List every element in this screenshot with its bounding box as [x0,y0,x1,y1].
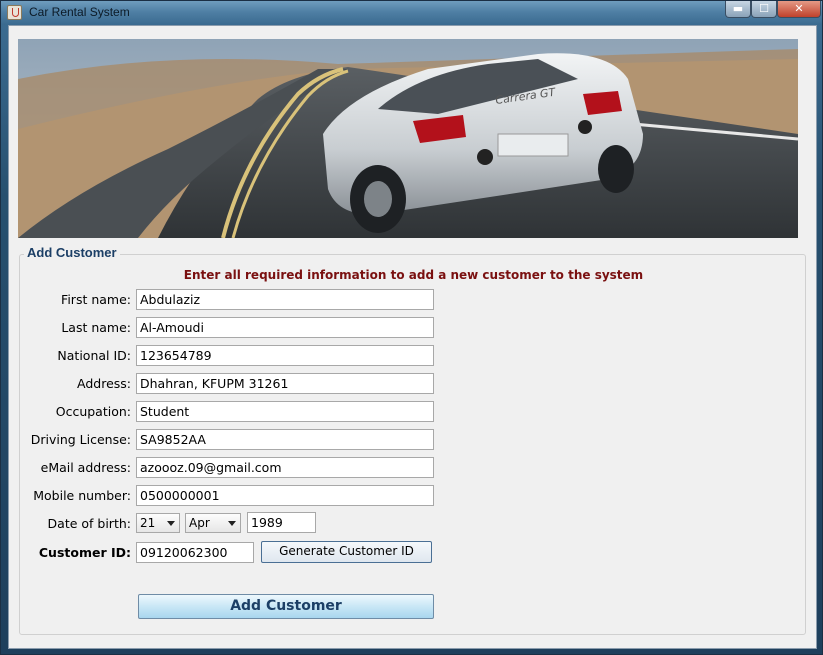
first-name-label: First name: [61,292,131,307]
dob-day-select[interactable]: 21 [136,513,180,533]
java-app-icon [7,5,22,20]
generate-customer-id-button[interactable]: Generate Customer ID [261,541,432,563]
occupation-field[interactable]: Student [136,401,434,422]
driving-license-label: Driving License: [30,432,131,447]
occupation-label: Occupation: [55,404,131,419]
window-title: Car Rental System [29,5,130,19]
dob-month-select[interactable]: Apr [185,513,241,533]
title-bar[interactable]: Car Rental System ▬ ☐ ✕ [1,1,822,25]
last-name-label: Last name: [61,320,131,335]
mobile-label: Mobile number: [33,488,131,503]
add-customer-button[interactable]: Add Customer [138,594,434,619]
dob-day-value: 21 [140,516,156,530]
dob-label: Date of birth: [47,516,131,531]
instruction-text: Enter all required information to add a … [183,268,644,282]
address-field[interactable]: Dhahran, KFUPM 31261 [136,373,434,394]
customer-id-label: Customer ID: [38,545,131,560]
driving-license-field[interactable]: SA9852AA [136,429,434,450]
dob-year-field[interactable]: 1989 [247,512,316,533]
mobile-field[interactable]: 0500000001 [136,485,434,506]
chevron-down-icon [167,521,175,526]
first-name-field[interactable]: Abdulaziz [136,289,434,310]
last-name-field[interactable]: Al-Amoudi [136,317,434,338]
customer-id-field[interactable]: 09120062300 [136,542,254,563]
close-button[interactable]: ✕ [777,1,821,18]
maximize-button[interactable]: ☐ [751,1,777,18]
content-pane: Carrera GT Add Customer Enter all requir… [8,25,817,649]
banner-image: Carrera GT [18,39,798,238]
chevron-down-icon [228,521,236,526]
panel-title: Add Customer [24,245,120,260]
email-label: eMail address: [40,460,131,475]
national-id-field[interactable]: 123654789 [136,345,434,366]
minimize-button[interactable]: ▬ [725,1,751,18]
app-window: Car Rental System ▬ ☐ ✕ Carrera GT Add C… [0,0,823,655]
national-id-label: National ID: [57,348,131,363]
email-field[interactable]: azoooz.09@gmail.com [136,457,434,478]
address-label: Address: [77,376,131,391]
dob-month-value: Apr [189,516,210,530]
